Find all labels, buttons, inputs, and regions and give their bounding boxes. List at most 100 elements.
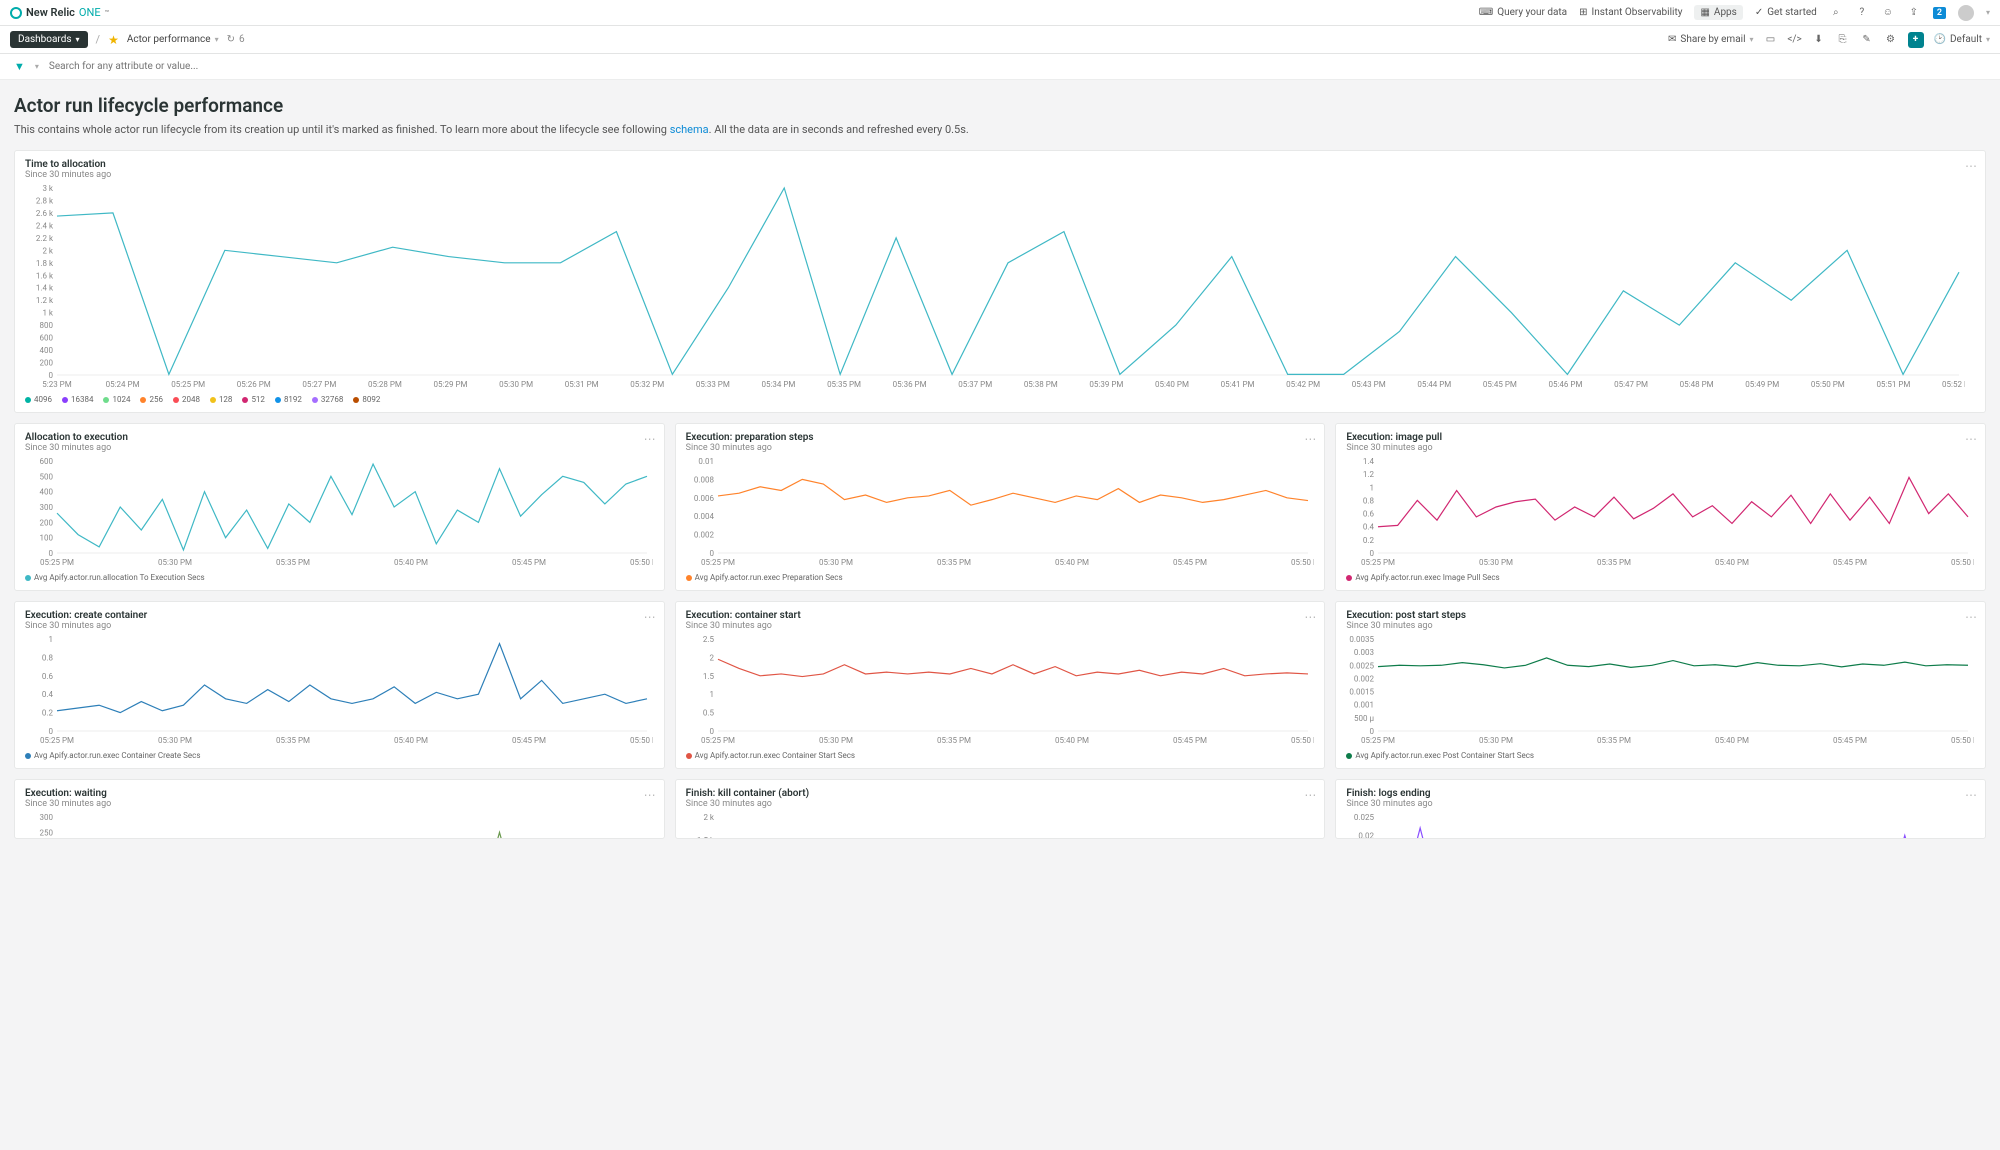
- search-icon[interactable]: ⌕: [1829, 6, 1843, 20]
- svg-text:05:41 PM: 05:41 PM: [1221, 380, 1255, 389]
- svg-text:05:46 PM: 05:46 PM: [1549, 380, 1583, 389]
- schema-link[interactable]: schema: [670, 123, 709, 136]
- svg-text:05:25 PM: 05:25 PM: [1361, 558, 1395, 567]
- chevron-down-icon[interactable]: ▾: [35, 62, 39, 71]
- svg-text:300: 300: [40, 503, 54, 512]
- svg-text:05:49 PM: 05:49 PM: [1745, 380, 1779, 389]
- chart-menu-icon[interactable]: ⋯: [1965, 788, 1977, 802]
- legend-item[interactable]: 8192: [275, 395, 302, 404]
- svg-text:0.2: 0.2: [42, 709, 54, 718]
- svg-text:500 µ: 500 µ: [1354, 714, 1374, 723]
- svg-text:05:50 PM: 05:50 PM: [630, 736, 653, 745]
- svg-text:05:24 PM: 05:24 PM: [106, 380, 140, 389]
- chart-menu-icon[interactable]: ⋯: [644, 788, 656, 802]
- copy-icon[interactable]: ⎘: [1836, 33, 1850, 47]
- legend-item[interactable]: 16384: [62, 395, 93, 404]
- dashboards-dropdown[interactable]: Dashboards▾: [10, 31, 88, 48]
- chart-menu-icon[interactable]: ⋯: [1304, 610, 1316, 624]
- svg-text:05:40 PM: 05:40 PM: [1715, 736, 1749, 745]
- chart-preparation[interactable]: Execution: preparation stepsSince 30 min…: [675, 423, 1326, 591]
- legend-item[interactable]: Avg Apify.actor.run.exec Container Start…: [686, 751, 855, 760]
- legend-item[interactable]: Avg Apify.actor.run.allocation To Execut…: [25, 573, 205, 582]
- chart-waiting[interactable]: Execution: waitingSince 30 minutes ago⋯0…: [14, 779, 665, 839]
- legend-item[interactable]: 2048: [173, 395, 200, 404]
- settings-icon[interactable]: ⚙: [1884, 33, 1898, 47]
- funnel-icon[interactable]: ▼: [14, 60, 25, 73]
- svg-text:05:35 PM: 05:35 PM: [276, 558, 310, 567]
- legend-item[interactable]: 32768: [312, 395, 343, 404]
- legend-item[interactable]: 4096: [25, 395, 52, 404]
- svg-text:3 k: 3 k: [42, 184, 53, 193]
- legend-item[interactable]: Avg Apify.actor.run.exec Post Container …: [1346, 751, 1534, 760]
- dashboard-name[interactable]: Actor performance▾: [127, 34, 219, 45]
- brand-one: ONE: [79, 6, 101, 19]
- svg-text:600: 600: [40, 457, 54, 466]
- chart-menu-icon[interactable]: ⋯: [1304, 788, 1316, 802]
- instant-observability-link[interactable]: ⊞Instant Observability: [1579, 7, 1682, 18]
- brand-name: New Relic: [26, 6, 75, 19]
- svg-text:0: 0: [1370, 727, 1375, 736]
- legend-item[interactable]: 128: [210, 395, 233, 404]
- get-started-link[interactable]: ✓Get started: [1755, 7, 1817, 18]
- check-icon: ✓: [1755, 7, 1763, 18]
- feedback-icon[interactable]: ☺: [1881, 6, 1895, 20]
- chart-body: 010020030040050060005:25 PM05:30 PM05:35…: [25, 457, 654, 567]
- svg-text:500: 500: [40, 472, 54, 481]
- chart-menu-icon[interactable]: ⋯: [1304, 432, 1316, 446]
- svg-text:0.01: 0.01: [698, 457, 714, 466]
- svg-text:05:48 PM: 05:48 PM: [1680, 380, 1714, 389]
- share-email-button[interactable]: ✉Share by email▾: [1668, 34, 1754, 45]
- notification-badge[interactable]: 2: [1933, 7, 1946, 19]
- star-icon[interactable]: ★: [108, 33, 119, 47]
- svg-text:05:50 PM: 05:50 PM: [630, 558, 653, 567]
- svg-text:1.4 k: 1.4 k: [36, 284, 54, 293]
- brand-logo[interactable]: New Relic ONE ™: [10, 6, 109, 19]
- svg-text:05:30 PM: 05:30 PM: [158, 558, 192, 567]
- chart-menu-icon[interactable]: ⋯: [644, 432, 656, 446]
- chart-post-start[interactable]: Execution: post start stepsSince 30 minu…: [1335, 601, 1986, 769]
- legend-item[interactable]: Avg Apify.actor.run.exec Preparation Sec…: [686, 573, 843, 582]
- share-icon[interactable]: ⇪: [1907, 6, 1921, 20]
- chart-kill-container[interactable]: Finish: kill container (abort)Since 30 m…: [675, 779, 1326, 839]
- svg-text:1.8 k: 1.8 k: [36, 259, 54, 268]
- query-data-link[interactable]: ⌨Query your data: [1479, 7, 1567, 18]
- svg-text:1: 1: [1370, 483, 1375, 492]
- chart-menu-icon[interactable]: ⋯: [644, 610, 656, 624]
- legend-item[interactable]: 8092: [353, 395, 380, 404]
- help-icon[interactable]: ?: [1855, 6, 1869, 20]
- svg-text:05:40 PM: 05:40 PM: [1155, 380, 1189, 389]
- chart-body: 00.511.522.505:25 PM05:30 PM05:35 PM05:4…: [686, 635, 1315, 745]
- code-icon[interactable]: </>: [1788, 33, 1802, 47]
- replay-count[interactable]: ↻6: [227, 34, 245, 45]
- svg-text:1.2: 1.2: [1363, 470, 1375, 479]
- chart-menu-icon[interactable]: ⋯: [1965, 159, 1977, 173]
- chevron-down-icon[interactable]: ▾: [1986, 8, 1990, 17]
- svg-text:800: 800: [40, 321, 54, 330]
- edit-icon[interactable]: ✎: [1860, 33, 1874, 47]
- download-icon[interactable]: ⬇: [1812, 33, 1826, 47]
- chart-allocation-execution[interactable]: Allocation to executionSince 30 minutes …: [14, 423, 665, 591]
- apps-link[interactable]: ▦Apps: [1694, 5, 1742, 20]
- chart-time-to-allocation[interactable]: Time to allocation Since 30 minutes ago …: [14, 150, 1986, 413]
- svg-text:05:47 PM: 05:47 PM: [1614, 380, 1648, 389]
- chart-menu-icon[interactable]: ⋯: [1965, 610, 1977, 624]
- tv-icon[interactable]: ▭: [1764, 33, 1778, 47]
- svg-text:0.2: 0.2: [1363, 536, 1375, 545]
- chart-create-container[interactable]: Execution: create containerSince 30 minu…: [14, 601, 665, 769]
- chart-menu-icon[interactable]: ⋯: [1965, 432, 1977, 446]
- chart-image-pull[interactable]: Execution: image pullSince 30 minutes ag…: [1335, 423, 1986, 591]
- chart-body: 05010015020025030005:25 PM05:30 PM05:35 …: [25, 813, 654, 839]
- time-picker[interactable]: 🕑Default▾: [1934, 34, 1990, 45]
- chart-logs-ending[interactable]: Finish: logs endingSince 30 minutes ago⋯…: [1335, 779, 1986, 839]
- add-widget-button[interactable]: +: [1908, 32, 1924, 48]
- legend-item[interactable]: 1024: [103, 395, 130, 404]
- legend-item[interactable]: 256: [140, 395, 163, 404]
- search-input[interactable]: [49, 61, 1986, 72]
- svg-text:0.8: 0.8: [1363, 496, 1375, 505]
- user-avatar[interactable]: [1958, 5, 1974, 21]
- legend-item[interactable]: Avg Apify.actor.run.exec Image Pull Secs: [1346, 573, 1499, 582]
- legend-item[interactable]: Avg Apify.actor.run.exec Container Creat…: [25, 751, 200, 760]
- replay-icon: ↻: [227, 34, 235, 45]
- legend-item[interactable]: 512: [242, 395, 265, 404]
- chart-container-start[interactable]: Execution: container startSince 30 minut…: [675, 601, 1326, 769]
